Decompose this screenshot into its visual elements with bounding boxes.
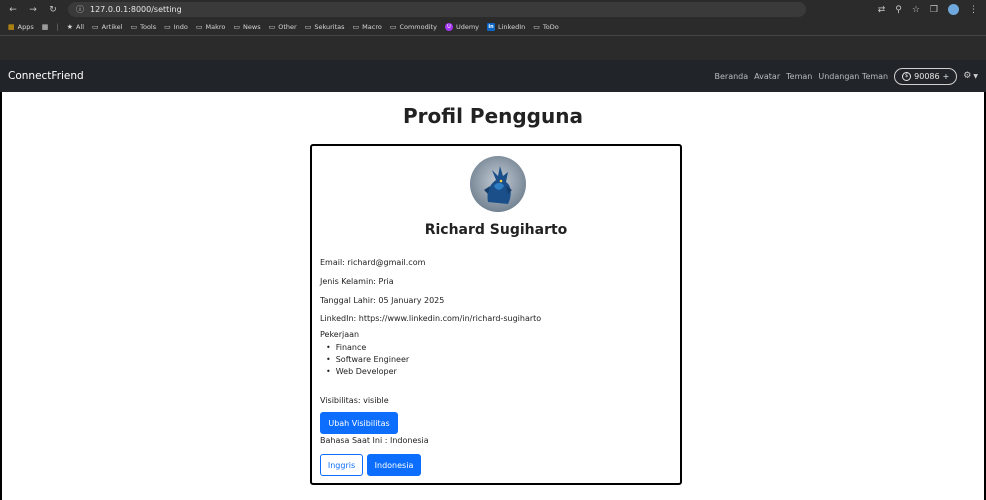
- coin-icon: $: [902, 71, 912, 81]
- bookmark-folder-macro[interactable]: ▭ Macro: [353, 23, 382, 31]
- folder-icon: ▭: [233, 23, 241, 31]
- folder-icon: ▭: [92, 23, 99, 31]
- add-coin-icon: +: [942, 71, 950, 81]
- bookmark-all[interactable]: ★ All: [67, 23, 84, 31]
- bookmark-folder-todo[interactable]: ▭ ToDo: [533, 23, 558, 31]
- coin-balance: 90086: [914, 71, 940, 81]
- folder-icon: ▭: [268, 23, 276, 31]
- caret-down-icon: ▼: [973, 72, 978, 80]
- bookmark-udemy[interactable]: U Udemy: [444, 23, 479, 31]
- url-text: 127.0.0.1:8000/setting: [90, 5, 182, 14]
- bookmark-star-icon[interactable]: ☆: [912, 5, 920, 15]
- linkedin-icon: in: [487, 23, 495, 31]
- bookmark-folder-artikel[interactable]: ▭ Artikel: [92, 23, 122, 31]
- profile-email: Email: richard@gmail.com: [320, 258, 426, 267]
- current-language: Bahasa Saat Ini : Indonesia: [320, 436, 429, 445]
- profile-card: Richard Sugiharto Email: richard@gmail.c…: [310, 144, 682, 485]
- extensions-icon[interactable]: ❒: [930, 5, 938, 15]
- translate-icon[interactable]: ⇄: [878, 5, 886, 15]
- site-info-icon[interactable]: ⓘ: [76, 4, 84, 15]
- bookmark-folder-news[interactable]: ▭ News: [233, 23, 260, 31]
- zoom-icon[interactable]: ⚲: [895, 5, 902, 15]
- nav-link-avatar[interactable]: Avatar: [754, 72, 780, 81]
- bookmark-separator: |: [56, 23, 59, 31]
- bookmark-apps[interactable]: ▦ Apps: [8, 23, 34, 31]
- bookmark-folder-commodity[interactable]: ▭ Commodity: [390, 23, 437, 31]
- list-item: Software Engineer: [320, 355, 409, 364]
- folder-icon: ▭: [533, 23, 540, 31]
- profile-gender: Jenis Kelamin: Pria: [320, 277, 394, 286]
- address-bar[interactable]: ⓘ 127.0.0.1:8000/setting: [68, 2, 806, 17]
- gear-icon: ⚙: [963, 71, 972, 81]
- browser-menu-icon[interactable]: ⋮: [969, 5, 978, 15]
- browser-profile-avatar[interactable]: [948, 4, 959, 15]
- browser-toolbar: ← → ↻ ⓘ 127.0.0.1:8000/setting ⇄ ⚲ ☆ ❒ ⋮: [0, 0, 986, 19]
- folder-icon: ▭: [304, 23, 312, 31]
- app-navbar: ConnectFriend Beranda Avatar Teman Undan…: [0, 60, 986, 92]
- profile-birthdate: Tanggal Lahir: 05 January 2025: [320, 296, 445, 305]
- browser-tab-area: [0, 36, 986, 60]
- settings-dropdown[interactable]: ⚙ ▼: [963, 71, 978, 81]
- apps-grid-icon: ▦: [8, 23, 15, 31]
- folder-icon: ▭: [352, 23, 360, 31]
- indonesia-language-button[interactable]: Indonesia: [367, 454, 421, 476]
- avatar: [470, 156, 526, 212]
- back-icon[interactable]: ←: [8, 5, 18, 15]
- list-item: Finance: [320, 343, 409, 352]
- dragon-avatar-image: [470, 156, 526, 212]
- nav-link-beranda[interactable]: Beranda: [715, 72, 749, 81]
- nav-link-teman[interactable]: Teman: [786, 72, 812, 81]
- profile-jobs-label: Pekerjaan: [320, 330, 360, 339]
- bookmarks-bar: ▦ Apps ▦ | ★ All ▭ Artikel ▭ Tools ▭ Indo ▭ Ma…: [0, 19, 986, 36]
- bookmark-folder-makro[interactable]: ▭ Makro: [196, 23, 226, 31]
- udemy-icon: U: [444, 23, 453, 31]
- list-item: Web Developer: [320, 367, 409, 376]
- bookmark-folder-other[interactable]: ▭ Other: [269, 23, 297, 31]
- profile-name: Richard Sugiharto: [424, 222, 568, 238]
- profile-linkedin: LinkedIn: https://www.linkedin.com/in/ri…: [320, 314, 542, 323]
- grid-icon: ▦: [41, 23, 49, 31]
- folder-icon: ▭: [389, 23, 397, 31]
- bookmark-folder-tools[interactable]: ▭ Tools: [130, 23, 156, 31]
- folder-icon: ▭: [195, 23, 203, 31]
- bookmark-folder-sekuritas[interactable]: ▭ Sekuritas: [305, 23, 345, 31]
- bookmark-folder-indo[interactable]: ▭ Indo: [164, 23, 188, 31]
- reload-icon[interactable]: ↻: [48, 5, 58, 15]
- english-language-button[interactable]: Inggris: [320, 454, 363, 476]
- job-list: Finance Software Engineer Web Developer: [320, 343, 409, 379]
- bookmark-linkedin[interactable]: in LinkedIn: [487, 23, 525, 31]
- bookmark-grid[interactable]: ▦: [42, 23, 49, 31]
- forward-icon[interactable]: →: [28, 5, 38, 15]
- nav-link-undangan-teman[interactable]: Undangan Teman: [818, 72, 888, 81]
- change-visibility-button[interactable]: Ubah Visibilitas: [320, 412, 398, 434]
- folder-icon: ▭: [164, 23, 171, 31]
- navbar-brand[interactable]: ConnectFriend: [0, 70, 84, 82]
- folder-icon: ▭: [130, 23, 138, 31]
- coin-balance-button[interactable]: $ 90086 +: [894, 67, 958, 85]
- profile-visibility: Visibilitas: visible: [320, 396, 389, 405]
- page-title: Profil Pengguna: [403, 104, 583, 128]
- star-icon: ★: [66, 23, 73, 31]
